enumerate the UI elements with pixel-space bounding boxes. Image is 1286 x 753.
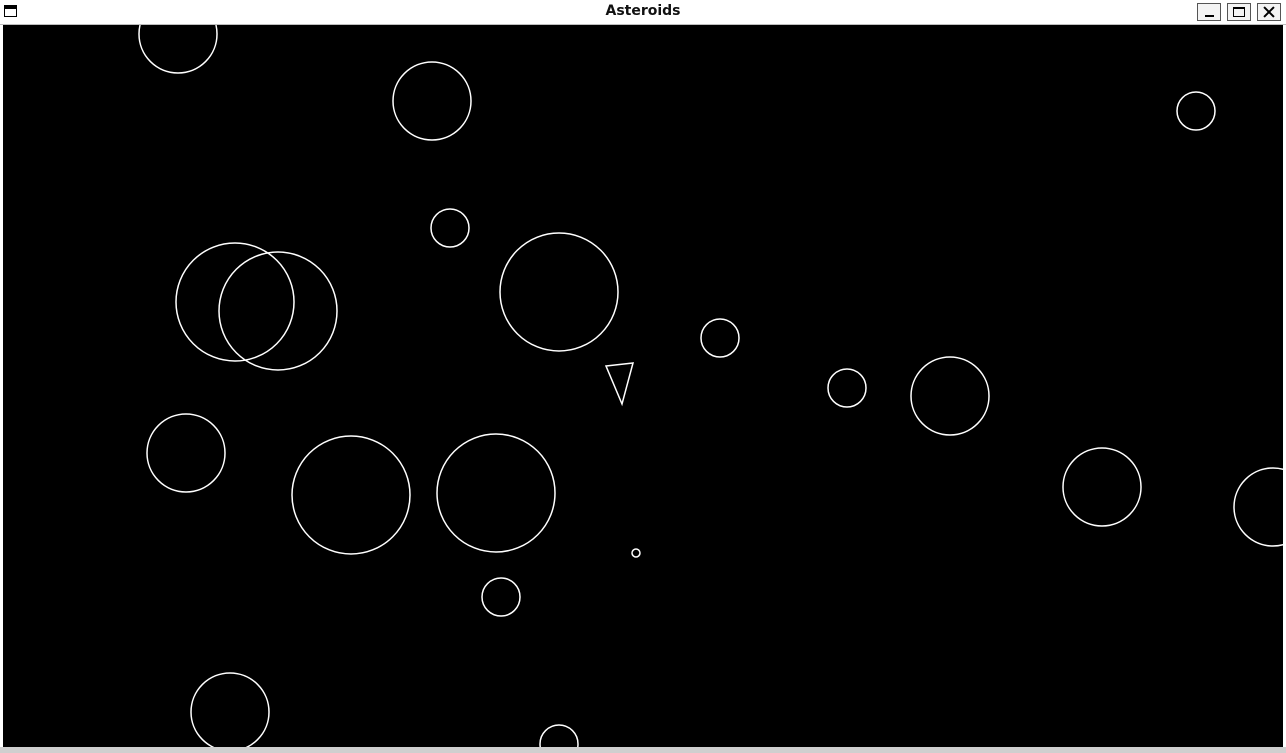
asteroid — [146, 413, 226, 493]
asteroid — [190, 672, 270, 747]
asteroids-window: Asteroids — [0, 0, 1286, 753]
close-button[interactable] — [1257, 3, 1281, 21]
minimize-icon — [1204, 15, 1214, 17]
asteroid — [499, 232, 619, 352]
asteroid — [827, 368, 867, 408]
player-ship — [604, 362, 635, 407]
asteroid — [1062, 447, 1142, 527]
maximize-icon — [1233, 7, 1245, 17]
asteroid — [218, 251, 338, 371]
asteroid — [392, 61, 472, 141]
asteroid — [175, 242, 295, 362]
asteroid — [430, 208, 470, 248]
window-bottom-edge — [0, 747, 1286, 753]
game-canvas[interactable] — [3, 25, 1283, 747]
asteroid — [138, 25, 218, 74]
asteroid — [539, 724, 579, 747]
maximize-button[interactable] — [1227, 3, 1251, 21]
asteroid — [1176, 91, 1216, 131]
asteroid — [1233, 467, 1283, 547]
window-title: Asteroids — [605, 3, 681, 19]
asteroid — [436, 433, 556, 553]
minimize-button[interactable] — [1197, 3, 1221, 21]
game-field — [138, 25, 1283, 747]
close-icon — [1263, 6, 1275, 18]
bullet — [631, 548, 641, 558]
title-bar[interactable]: Asteroids — [0, 0, 1286, 25]
asteroid — [481, 577, 521, 617]
asteroid — [700, 318, 740, 358]
asteroid — [291, 435, 411, 555]
asteroid — [910, 356, 990, 436]
